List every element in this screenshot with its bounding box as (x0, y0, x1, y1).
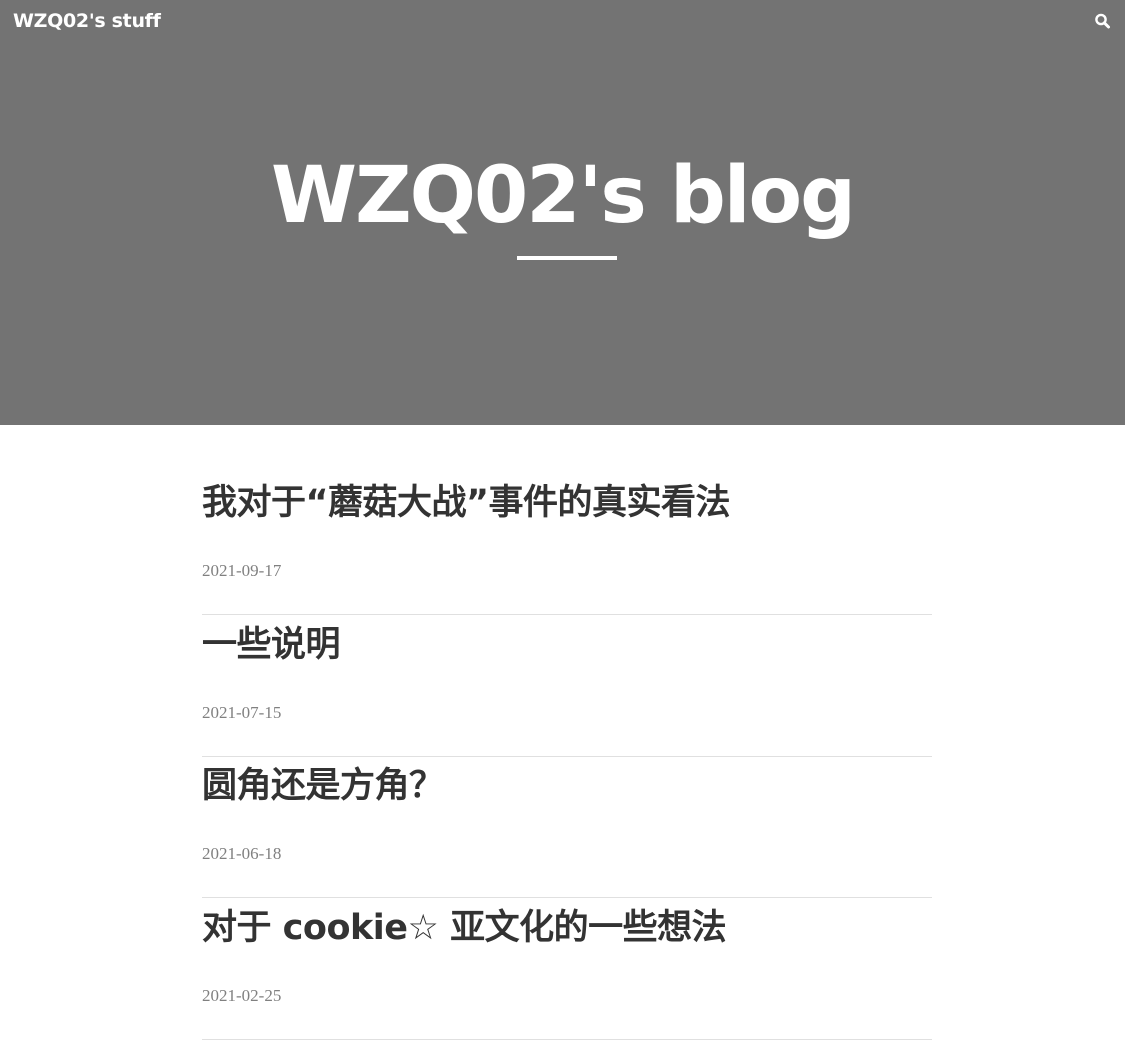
post-date: 2021-07-15 (202, 702, 282, 722)
site-name-link[interactable]: WZQ02's stuff (13, 9, 161, 33)
search-icon[interactable] (1093, 11, 1113, 31)
post-date: 2021-09-17 (202, 561, 282, 580)
post-title-link[interactable]: 一些说明 (202, 622, 341, 668)
blog-title: WZQ02's blog (271, 151, 856, 241)
title-underline (517, 256, 617, 260)
post-title-link[interactable]: 圆角还是方角？ (202, 763, 444, 809)
list-item: 对于 cookie☆ 亚文化的一些想法 2021-02-25 (202, 898, 932, 1040)
post-date: 2021-06-18 (202, 844, 282, 863)
post-list: 我对于“蘑菇大战”事件的真实看法 2021-09-17 一些说明 2021-07… (202, 425, 932, 1040)
list-item: 一些说明 2021-07-15 (202, 615, 932, 757)
post-date: 2021-02-25 (202, 985, 282, 1005)
post-title-link[interactable]: 对于 cookie☆ 亚文化的一些想法 (202, 905, 727, 951)
list-item: 圆角还是方角？ 2021-06-18 (202, 757, 932, 898)
post-title-link[interactable]: 我对于“蘑菇大战”事件的真实看法 (202, 480, 731, 526)
site-header: WZQ02's stuff WZQ02's blog (0, 0, 1125, 425)
list-item: 我对于“蘑菇大战”事件的真实看法 2021-09-17 (202, 425, 932, 615)
